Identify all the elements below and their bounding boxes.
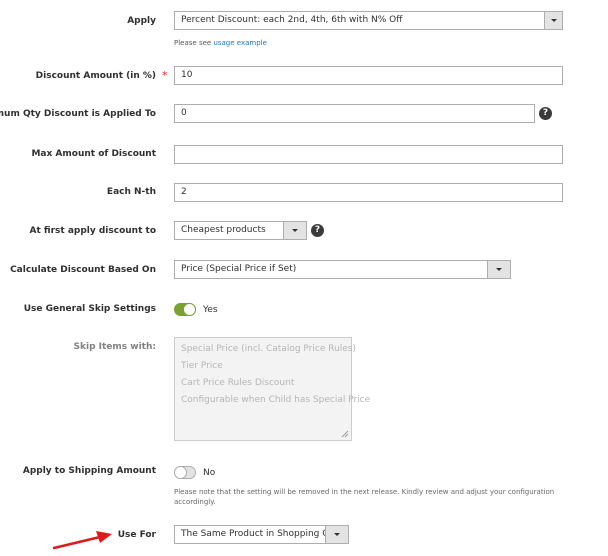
use-for-select-toggle[interactable] — [325, 526, 348, 543]
general-skip-state: Yes — [203, 305, 218, 315]
chevron-down-icon — [551, 19, 557, 22]
first-apply-select-toggle[interactable] — [283, 222, 306, 239]
discount-amount-input[interactable]: 10 — [174, 66, 563, 85]
use-for-select[interactable]: The Same Product in Shopping Cart — [174, 525, 349, 544]
calculate-select-toggle[interactable] — [487, 261, 510, 278]
annotation-arrow-icon — [52, 531, 112, 550]
skip-option[interactable]: Cart Price Rules Discount — [181, 375, 345, 392]
chevron-down-icon — [496, 268, 502, 271]
toggle-knob — [174, 466, 187, 479]
apply-label: Apply — [127, 16, 156, 26]
apply-select[interactable]: Percent Discount: each 2nd, 4th, 6th wit… — [174, 11, 563, 30]
max-amount-label: Max Amount of Discount — [31, 149, 156, 159]
skip-option[interactable]: Configurable when Child has Special Pric… — [181, 392, 370, 409]
general-skip-toggle[interactable] — [174, 303, 196, 316]
toggle-knob — [183, 303, 196, 316]
help-icon[interactable]: ? — [311, 224, 324, 237]
shipping-note: Please note that the setting will be rem… — [174, 488, 555, 506]
each-nth-input[interactable]: 2 — [174, 183, 563, 202]
help-icon[interactable]: ? — [539, 107, 552, 120]
apply-note-text: Please see — [174, 39, 214, 47]
apply-note: Please see usage example — [174, 38, 267, 48]
each-nth-label: Each N-th — [106, 187, 156, 197]
usage-example-link[interactable]: usage example — [213, 39, 266, 47]
apply-select-toggle[interactable] — [544, 12, 562, 29]
chevron-down-icon — [292, 229, 298, 232]
discount-amount-label: Discount Amount (in %) — [35, 71, 156, 81]
apply-select-value: Percent Discount: each 2nd, 4th, 6th wit… — [181, 15, 403, 25]
shipping-label: Apply to Shipping Amount — [22, 466, 156, 476]
resize-grip-icon[interactable] — [341, 430, 349, 438]
skip-items-label: Skip Items with: — [73, 342, 156, 352]
skip-option[interactable]: Special Price (incl. Catalog Price Rules… — [181, 341, 356, 358]
max-amount-input[interactable] — [174, 145, 563, 164]
chevron-down-icon — [334, 533, 340, 536]
shipping-toggle[interactable] — [174, 466, 196, 479]
calculate-label: Calculate Discount Based On — [10, 265, 156, 275]
shipping-state: No — [203, 468, 216, 478]
calculate-select[interactable]: Price (Special Price if Set) — [174, 260, 511, 279]
first-apply-select[interactable]: Cheapest products — [174, 221, 307, 240]
skip-items-multiselect[interactable]: Special Price (incl. Catalog Price Rules… — [174, 337, 370, 441]
calculate-select-value: Price (Special Price if Set) — [181, 264, 297, 274]
use-for-label: Use For — [117, 530, 156, 540]
max-qty-input[interactable]: 0 — [174, 104, 535, 123]
general-skip-label: Use General Skip Settings — [23, 304, 156, 314]
skip-option[interactable]: Tier Price — [181, 358, 345, 375]
max-qty-label: Maximum Qty Discount is Applied To — [0, 109, 156, 119]
first-apply-label: At first apply discount to — [29, 226, 156, 236]
required-star: * — [162, 69, 168, 82]
first-apply-select-value: Cheapest products — [181, 225, 266, 235]
use-for-select-value: The Same Product in Shopping Cart — [181, 529, 342, 539]
